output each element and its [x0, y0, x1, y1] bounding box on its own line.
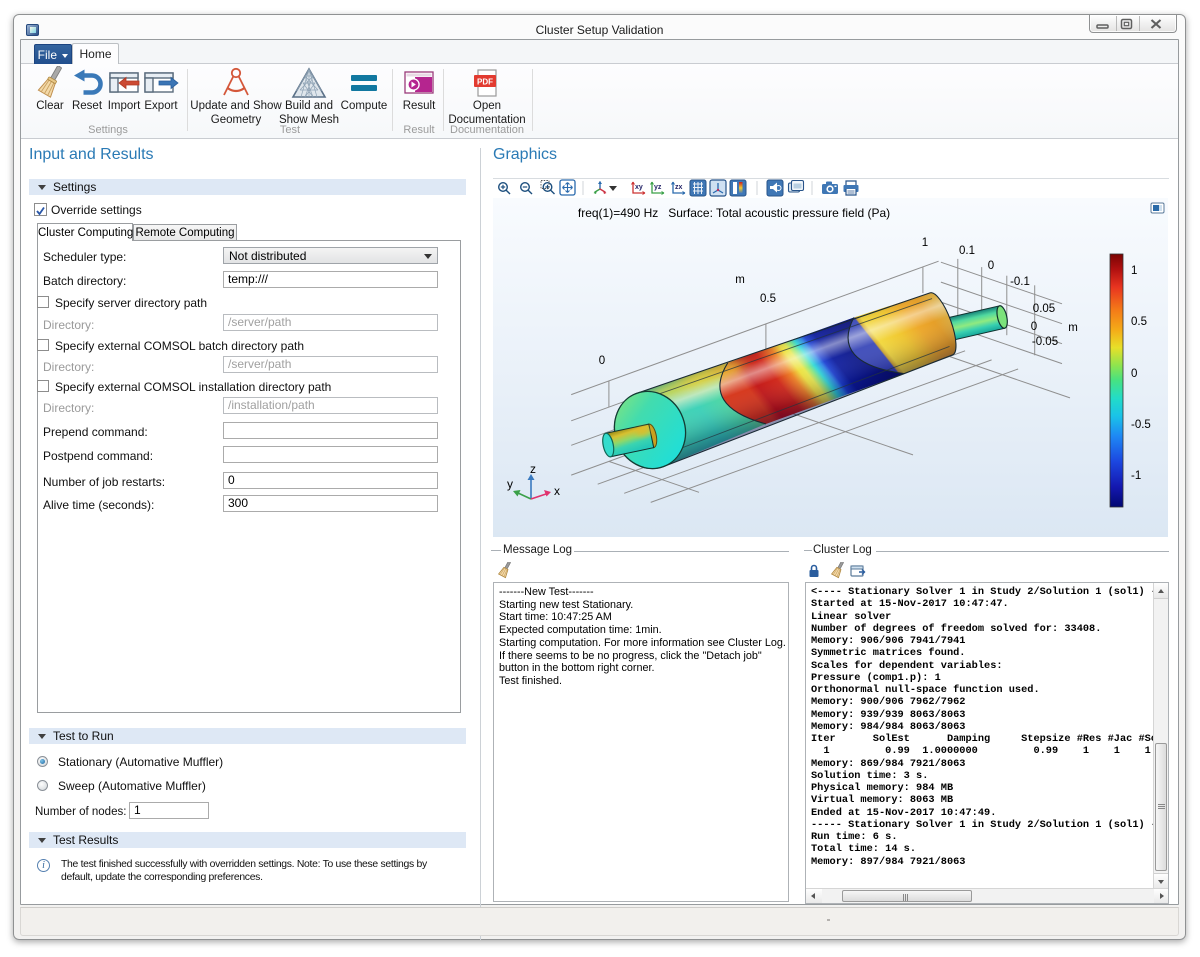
svg-text:PDF: PDF [477, 78, 493, 87]
svg-text:yz: yz [654, 184, 662, 191]
svg-text:0.5: 0.5 [760, 293, 776, 305]
svg-text:-1: -1 [1131, 470, 1141, 482]
svg-text:x: x [554, 484, 560, 498]
svg-text:z: z [530, 462, 536, 476]
svg-text:freq(1)=490 Hz Surface: Tota: freq(1)=490 Hz Surface: Total acoustic p… [578, 206, 890, 220]
svg-text:0: 0 [1031, 321, 1037, 333]
svg-text:-0.05: -0.05 [1032, 336, 1058, 348]
svg-text:1: 1 [922, 237, 928, 249]
svg-text:0: 0 [599, 355, 605, 367]
svg-text:m: m [735, 274, 745, 286]
svg-text:0.5: 0.5 [1131, 316, 1147, 328]
svg-text:0.1: 0.1 [959, 245, 975, 257]
svg-text:0.05: 0.05 [1033, 303, 1055, 315]
svg-text:-0.5: -0.5 [1131, 419, 1151, 431]
svg-text:xy: xy [635, 184, 643, 191]
svg-text:-0.1: -0.1 [1010, 276, 1030, 288]
svg-text:zx: zx [675, 184, 683, 191]
svg-text:0: 0 [988, 260, 994, 272]
svg-text:y: y [507, 477, 513, 491]
svg-text:m: m [1068, 322, 1078, 334]
svg-text:0: 0 [1131, 368, 1137, 380]
svg-text:1: 1 [1131, 265, 1137, 277]
